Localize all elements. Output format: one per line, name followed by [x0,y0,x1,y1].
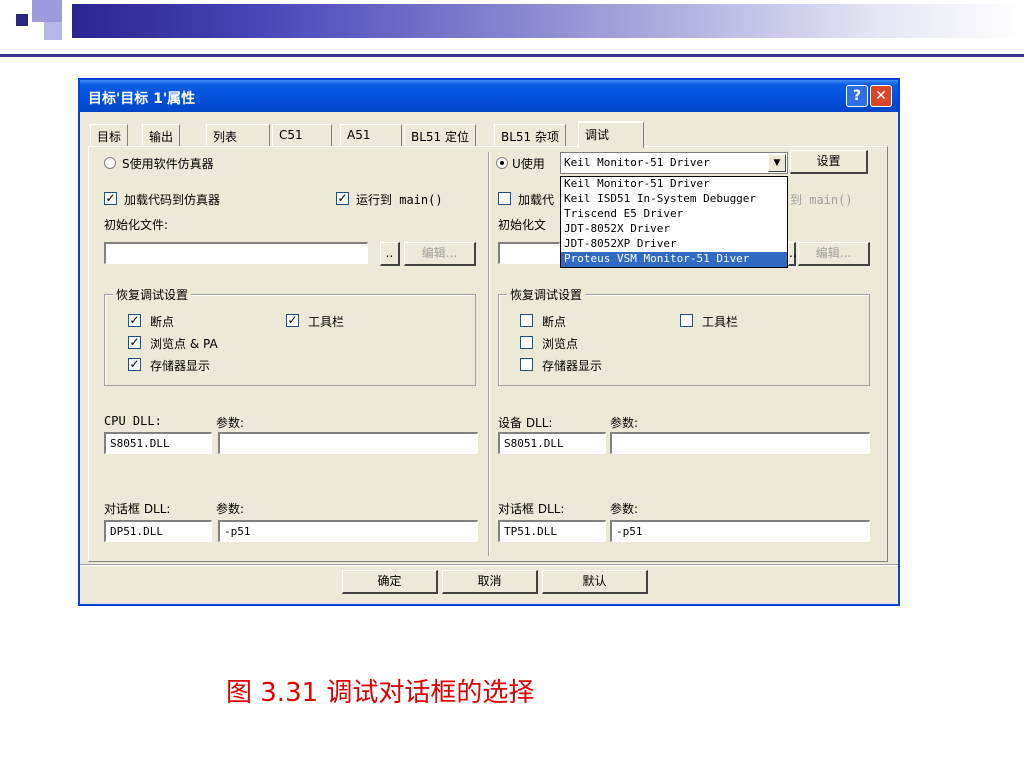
left-memory-label: 存储器显示 [150,359,211,373]
tab-bl51-locate[interactable]: BL51 定位 [404,124,477,146]
left-breakpoints-label: 断点 [150,315,175,329]
right-breakpoints-checkbox[interactable] [520,314,533,327]
header-square-dark [16,14,28,26]
driver-option[interactable]: Keil Monitor-51 Driver [561,177,787,192]
header-square-light-2 [44,22,62,40]
driver-option[interactable]: Keil ISD51 In-System Debugger [561,192,787,207]
panel-divider [488,152,490,556]
use-driver-radio[interactable] [496,157,508,169]
left-toolbar-checkbox[interactable]: ✓ [286,314,299,327]
settings-button[interactable]: 设置 [790,150,868,174]
right-toolbar-checkbox[interactable] [680,314,693,327]
right-edit-button[interactable]: 编辑... [798,242,870,266]
tab-bl51-misc[interactable]: BL51 杂项 [494,124,567,146]
driver-select[interactable]: Keil Monitor-51 Driver ▼ [560,152,788,174]
header-rule [0,54,1024,57]
left-run-to-main-label: 运行到 main() [356,193,443,207]
ok-button[interactable]: 确定 [342,570,438,594]
left-dialog-param-input[interactable]: -p51 [218,520,478,542]
cancel-button[interactable]: 取消 [442,570,538,594]
left-dialog-param-label: 参数: [216,502,245,516]
right-init-file-label: 初始化文 [498,218,547,232]
tab-output[interactable]: 输出 [142,124,181,146]
figure-caption: 图 3.31 调试对话框的选择 [226,678,535,708]
right-memory-checkbox[interactable] [520,358,533,371]
right-watchpoints-checkbox[interactable] [520,336,533,349]
tab-listing[interactable]: 列表 [206,124,270,146]
bottom-separator [80,564,898,566]
left-toolbar-label: 工具栏 [308,315,345,329]
right-watchpoints-label: 浏览点 [542,337,579,351]
cpu-dll-label: CPU DLL: [104,414,162,428]
right-memory-label: 存储器显示 [542,359,603,373]
dialog-titlebar[interactable]: 目标'目标 1'属性 ? ✕ [80,80,898,112]
right-dialog-dll-label: 对话框 DLL: [498,502,565,516]
left-init-file-input[interactable] [104,242,368,264]
chevron-down-icon[interactable]: ▼ [768,154,786,172]
properties-dialog: 目标'目标 1'属性 ? ✕ 目标 输出 列表 C51 A51 BL51 定位 … [78,78,900,606]
device-dll-label: 设备 DLL: [498,416,553,430]
left-load-code-label: 加载代码到仿真器 [124,193,221,207]
left-watchpoints-label: 浏览点 & PA [150,337,218,351]
device-param-input[interactable] [610,432,870,454]
left-breakpoints-checkbox[interactable]: ✓ [128,314,141,327]
driver-option[interactable]: Triscend E5 Driver [561,207,787,222]
left-dialog-dll-label: 对话框 DLL: [104,502,171,516]
driver-dropdown-list: Keil Monitor-51 Driver Keil ISD51 In-Sys… [560,176,788,268]
close-button[interactable]: ✕ [870,85,892,107]
right-dialog-param-label: 参数: [610,502,639,516]
right-run-to-main-label: 到 main() [790,193,853,207]
right-restore-group-title: 恢复调试设置 [507,286,586,303]
tab-a51[interactable]: A51 [340,124,402,146]
right-dialog-param-input[interactable]: -p51 [610,520,870,542]
right-load-code-checkbox[interactable] [498,192,511,205]
defaults-button[interactable]: 默认 [542,570,648,594]
right-load-code-label: 加载代 [518,193,555,207]
driver-option[interactable]: JDT-8052XP Driver [561,237,787,252]
tab-c51[interactable]: C51 [272,124,332,146]
tab-target[interactable]: 目标 [90,124,129,146]
help-button[interactable]: ? [846,85,868,107]
dialog-title: 目标'目标 1'属性 [88,91,196,107]
right-dialog-dll-input[interactable]: TP51.DLL [498,520,606,542]
right-breakpoints-label: 断点 [542,315,567,329]
use-simulator-label[interactable]: S使用软件仿真器 [122,155,214,172]
left-init-file-label: 初始化文件: [104,218,169,232]
left-memory-checkbox[interactable]: ✓ [128,358,141,371]
device-param-label: 参数: [610,416,639,430]
header-gradient-bar [72,4,1024,38]
cpu-param-input[interactable] [218,432,478,454]
header-square-light [32,0,62,22]
left-restore-group-title: 恢复调试设置 [113,286,192,303]
left-edit-button[interactable]: 编辑... [404,242,476,266]
left-watchpoints-checkbox[interactable]: ✓ [128,336,141,349]
right-init-file-input[interactable] [498,242,560,264]
right-toolbar-label: 工具栏 [702,315,739,329]
use-simulator-radio[interactable] [104,157,116,169]
left-dialog-dll-input[interactable]: DP51.DLL [104,520,212,542]
driver-option-selected[interactable]: Proteus VSM Monitor-51 Diver [561,252,787,267]
right-browse-button[interactable]: .. [788,242,797,266]
cpu-param-label: 参数: [216,416,245,430]
device-dll-input[interactable]: S8051.DLL [498,432,606,454]
driver-option[interactable]: JDT-8052X Driver [561,222,787,237]
cpu-dll-input[interactable]: S8051.DLL [104,432,212,454]
left-load-code-checkbox[interactable]: ✓ [104,192,117,205]
left-run-to-main-checkbox[interactable]: ✓ [336,192,349,205]
use-driver-label[interactable]: U使用 [512,155,545,172]
left-browse-button[interactable]: .. [380,242,400,266]
tab-debug[interactable]: 调试 [578,121,644,148]
driver-select-value: Keil Monitor-51 Driver [564,156,710,169]
